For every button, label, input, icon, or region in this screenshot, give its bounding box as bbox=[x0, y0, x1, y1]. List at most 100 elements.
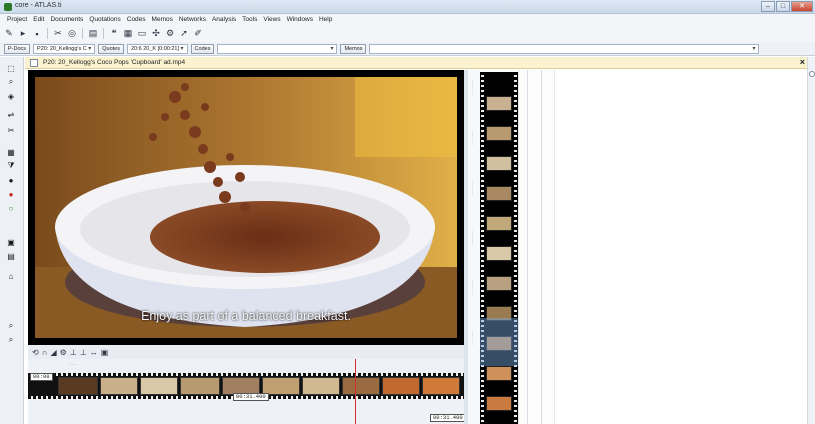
timeline[interactable]: ····· 00:00 00:31.400 00:31.400 bbox=[28, 359, 466, 424]
timeline-tick-label: ····· bbox=[68, 362, 77, 368]
quote-icon[interactable]: ❝ bbox=[108, 28, 120, 40]
menu-views[interactable]: Views bbox=[260, 16, 283, 23]
timeline-thumbnail bbox=[140, 377, 178, 395]
frame-icon[interactable]: ▣ bbox=[5, 237, 17, 247]
timeline-thumbnail bbox=[180, 377, 220, 395]
maximize-button[interactable]: □ bbox=[776, 1, 790, 12]
filter-icon[interactable]: ⧩ bbox=[5, 161, 17, 171]
document-combo-value: P20: 20_Kellogg's C bbox=[37, 45, 87, 52]
player-controls: ⟲ ∩ ◢ ⚙ ⊥ ⊥ ↔ ▣ bbox=[28, 345, 464, 359]
menu-networks[interactable]: Networks bbox=[176, 16, 209, 23]
search-icon[interactable]: ⌕ bbox=[5, 321, 17, 331]
memos-button[interactable]: Memos bbox=[340, 43, 367, 54]
brush-icon[interactable]: ✐ bbox=[192, 28, 204, 40]
film-thumbnail bbox=[486, 156, 512, 171]
memo-icon[interactable]: ▭ bbox=[136, 28, 148, 40]
p-docs-button[interactable]: P-Docs bbox=[4, 43, 31, 54]
start-timecode: 00:00 bbox=[30, 373, 53, 381]
timeline-thumbnail bbox=[58, 377, 98, 395]
headphones-icon[interactable]: ∩ bbox=[42, 348, 48, 357]
list-icon[interactable]: ○ bbox=[5, 203, 17, 213]
timeline-thumbnail bbox=[422, 377, 460, 395]
cut-tool-icon[interactable]: ✂ bbox=[5, 125, 17, 135]
menu-project[interactable]: Project bbox=[4, 16, 30, 23]
marker-start-icon[interactable]: ⊥ bbox=[70, 348, 77, 357]
video-document-icon bbox=[30, 59, 38, 67]
chevron-down-icon: ▾ bbox=[330, 45, 334, 52]
quotes-button[interactable]: Quotes bbox=[98, 43, 124, 54]
film-perforation bbox=[481, 72, 484, 424]
arrow-icon[interactable]: ➚ bbox=[178, 28, 190, 40]
margin-area[interactable] bbox=[518, 70, 554, 424]
film-thumbnail bbox=[486, 246, 512, 261]
chevron-down-icon: ▾ bbox=[88, 45, 92, 52]
rate-icon[interactable]: ↔ bbox=[90, 348, 98, 357]
film-perforation bbox=[514, 72, 517, 424]
close-document-button[interactable]: × bbox=[800, 57, 805, 67]
menu-documents[interactable]: Documents bbox=[47, 16, 86, 23]
circle-icon[interactable]: ● bbox=[5, 175, 17, 185]
menu-analysis[interactable]: Analysis bbox=[209, 16, 239, 23]
settings-icon[interactable]: ⚙ bbox=[60, 348, 67, 357]
marker-end-icon[interactable]: ⊥ bbox=[80, 348, 87, 357]
grid-icon[interactable]: ▦ bbox=[5, 147, 17, 157]
playhead[interactable] bbox=[355, 359, 356, 424]
timeline-thumbnail bbox=[100, 377, 138, 395]
edit-icon[interactable]: ▤ bbox=[5, 251, 17, 261]
quotation-labels: ········· ········· ········· ········· … bbox=[468, 70, 480, 424]
code-tool-icon[interactable]: ◈ bbox=[5, 91, 17, 101]
left-toolbar: ⬚ ⌕ ◈ ⇌ ✂ ▦ ⧩ ● ● ○ ▣ ▤ ⌂ ⌕ ⌕ bbox=[0, 57, 24, 424]
film-thumbnail bbox=[486, 126, 512, 141]
memos-combo[interactable]: ▾ bbox=[369, 43, 760, 54]
snapshot-icon[interactable]: ▣ bbox=[101, 348, 109, 357]
circle-button[interactable] bbox=[809, 71, 815, 77]
link-icon[interactable]: ⇌ bbox=[5, 109, 17, 119]
quote-combo[interactable]: 20:6 20_K [0:00:21] ▾ bbox=[126, 43, 188, 54]
select-icon[interactable]: ⬚ bbox=[5, 63, 17, 73]
settings-icon[interactable]: ⚙ bbox=[164, 28, 176, 40]
zoom-icon[interactable]: ⌕ bbox=[5, 77, 17, 87]
print-icon[interactable]: ▤ bbox=[87, 28, 99, 40]
close-window-button[interactable]: ✕ bbox=[791, 1, 813, 12]
open-icon[interactable]: ▸ bbox=[17, 28, 29, 40]
loop-icon[interactable]: ⟲ bbox=[32, 348, 39, 357]
network-icon[interactable]: ✣ bbox=[150, 28, 162, 40]
code-icon[interactable]: ▦ bbox=[122, 28, 134, 40]
margin-guide bbox=[541, 70, 542, 424]
binoculars-icon[interactable]: ◎ bbox=[66, 28, 78, 40]
margin-pane[interactable] bbox=[554, 70, 807, 424]
menu-codes[interactable]: Codes bbox=[124, 16, 149, 23]
codes-button[interactable]: Codes bbox=[190, 43, 215, 54]
right-sidebar bbox=[807, 57, 815, 424]
quotation-label: ········· bbox=[470, 130, 476, 145]
codes-combo[interactable]: ▾ bbox=[217, 43, 338, 54]
new-doc-icon[interactable]: ✎ bbox=[3, 28, 15, 40]
film-perforation bbox=[28, 373, 464, 376]
window-controls: – □ ✕ bbox=[761, 1, 813, 13]
menu-help[interactable]: Help bbox=[316, 16, 335, 23]
tag-icon[interactable]: ⌂ bbox=[5, 271, 17, 281]
document-bar: P-Docs P20: 20_Kellogg's C ▾ Quotes 20:6… bbox=[0, 42, 815, 56]
menu-quotations[interactable]: Quotations bbox=[86, 16, 123, 23]
zoom-out-icon[interactable]: ⌕ bbox=[5, 335, 17, 345]
menu-windows[interactable]: Windows bbox=[284, 16, 316, 23]
minimize-button[interactable]: – bbox=[761, 1, 775, 12]
document-combo[interactable]: P20: 20_Kellogg's C ▾ bbox=[33, 43, 96, 54]
menu-tools[interactable]: Tools bbox=[239, 16, 260, 23]
video-player[interactable]: Enjoy as part of a balanced breakfast. bbox=[28, 70, 464, 345]
quotation-label: ········· bbox=[470, 180, 476, 195]
film-thumbnail bbox=[486, 216, 512, 231]
film-thumbnail bbox=[486, 186, 512, 201]
film-thumbnail bbox=[486, 96, 512, 111]
quotation-label: ········· bbox=[470, 330, 476, 345]
cut-icon[interactable]: ✂ bbox=[52, 28, 64, 40]
save-icon[interactable]: ▪ bbox=[31, 28, 43, 40]
menu-edit[interactable]: Edit bbox=[30, 16, 47, 23]
title-bar: core - ATLAS.ti – □ ✕ bbox=[0, 0, 815, 14]
record-icon[interactable]: ● bbox=[5, 189, 17, 199]
volume-icon[interactable]: ◢ bbox=[50, 348, 56, 357]
vertical-film-strip[interactable] bbox=[480, 72, 518, 424]
cereal-bowl-image bbox=[35, 77, 457, 338]
timeline-thumbnail bbox=[342, 377, 380, 395]
menu-memos[interactable]: Memos bbox=[149, 16, 176, 23]
